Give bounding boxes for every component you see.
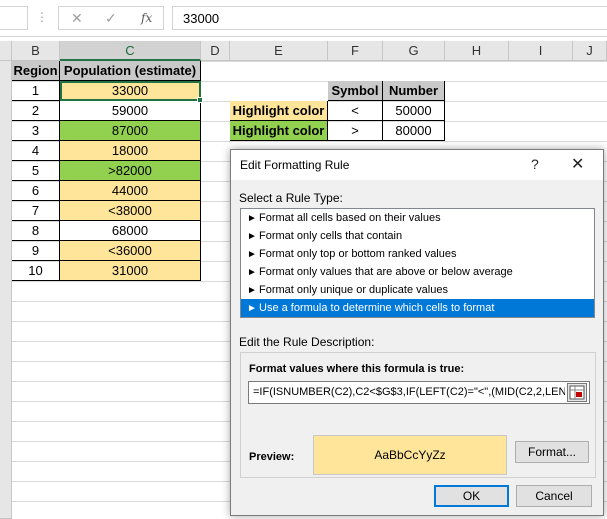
rule-type-item-selected[interactable]: ► Use a formula to determine which cells … xyxy=(241,299,594,317)
population-cell[interactable]: 68000 xyxy=(60,221,201,241)
collapse-dialog-icon[interactable] xyxy=(567,383,587,402)
formula-buttons: ✕ ✓ fx xyxy=(58,6,164,30)
region-cell[interactable]: 9 xyxy=(12,241,60,261)
population-cell[interactable]: <36000 xyxy=(60,241,201,261)
population-cell[interactable]: <38000 xyxy=(60,201,201,221)
more-options-icon[interactable]: ⋮ xyxy=(36,10,48,24)
rule-type-item[interactable]: ► Format all cells based on their values xyxy=(241,209,594,227)
rule-type-item[interactable]: ► Format only unique or duplicate values xyxy=(241,281,594,299)
arrow-icon: ► xyxy=(247,213,257,224)
fill-handle[interactable] xyxy=(197,97,203,103)
column-header-e[interactable]: E xyxy=(230,41,328,61)
highlight-label-yellow[interactable]: Highlight color xyxy=(230,101,328,121)
population-cell[interactable]: 87000 xyxy=(60,121,201,141)
row-headers[interactable] xyxy=(0,61,12,519)
region-cell[interactable]: 6 xyxy=(12,181,60,201)
ok-button[interactable]: OK xyxy=(434,485,509,507)
region-cell[interactable]: 5 xyxy=(12,161,60,181)
arrow-icon: ► xyxy=(247,267,257,278)
dialog-title-bar[interactable]: Edit Formatting Rule ? ✕ xyxy=(231,150,603,180)
formula-input[interactable]: 33000 xyxy=(172,6,607,30)
close-icon[interactable]: ✕ xyxy=(571,154,584,174)
region-cell[interactable]: 2 xyxy=(12,101,60,121)
population-cell[interactable]: 31000 xyxy=(60,261,201,281)
column-header-j[interactable]: J xyxy=(573,41,607,61)
symbol-cell[interactable]: > xyxy=(328,121,383,141)
cancel-icon[interactable]: ✕ xyxy=(71,10,83,27)
arrow-icon: ► xyxy=(247,249,257,260)
region-cell[interactable]: 1 xyxy=(12,81,60,101)
name-box[interactable] xyxy=(0,6,28,30)
region-cell[interactable]: 3 xyxy=(12,121,60,141)
region-cell[interactable]: 8 xyxy=(12,221,60,241)
region-cell[interactable]: 7 xyxy=(12,201,60,221)
format-button[interactable]: Format... xyxy=(515,441,589,463)
formula-text: =IF(ISNUMBER(C2),C2<$G$3,IF(LEFT(C2)="<"… xyxy=(253,386,565,398)
number-cell[interactable]: 50000 xyxy=(383,101,445,121)
column-header-h[interactable]: H xyxy=(445,41,509,61)
column-header-d[interactable]: D xyxy=(201,41,230,61)
header-region[interactable]: Region xyxy=(12,61,60,81)
formula-bar: ⋮ ✕ ✓ fx 33000 xyxy=(0,0,607,37)
insert-function-icon[interactable]: fx xyxy=(141,11,152,25)
dialog-title: Edit Formatting Rule xyxy=(240,158,350,172)
header-population[interactable]: Population (estimate) xyxy=(60,61,201,81)
highlight-label-green[interactable]: Highlight color xyxy=(230,121,328,141)
population-cell[interactable]: 59000 xyxy=(60,101,201,121)
column-header-c[interactable]: C xyxy=(60,41,201,61)
formula-label: Format values where this formula is true… xyxy=(249,363,465,375)
arrow-icon: ► xyxy=(247,285,257,296)
edit-rule-description-label: Edit the Rule Description: xyxy=(239,335,375,349)
header-number[interactable]: Number xyxy=(383,81,445,101)
formula-input[interactable]: =IF(ISNUMBER(C2),C2<$G$3,IF(LEFT(C2)="<"… xyxy=(248,381,590,404)
rule-type-item[interactable]: ► Format only values that are above or be… xyxy=(241,263,594,281)
region-cell[interactable]: 10 xyxy=(12,261,60,281)
help-icon[interactable]: ? xyxy=(531,156,539,172)
header-symbol[interactable]: Symbol xyxy=(328,81,383,101)
select-rule-type-label: Select a Rule Type: xyxy=(239,191,343,205)
region-cell[interactable]: 4 xyxy=(12,141,60,161)
enter-icon[interactable]: ✓ xyxy=(105,10,117,27)
cancel-button[interactable]: Cancel xyxy=(516,485,592,507)
population-cell[interactable]: >82000 xyxy=(60,161,201,181)
edit-formatting-rule-dialog: Edit Formatting Rule ? ✕ Select a Rule T… xyxy=(230,149,604,516)
population-cell[interactable]: 18000 xyxy=(60,141,201,161)
number-cell[interactable]: 80000 xyxy=(383,121,445,141)
column-header-b[interactable]: B xyxy=(12,41,60,61)
column-header-i[interactable]: I xyxy=(509,41,573,61)
rule-type-item[interactable]: ► Format only top or bottom ranked values xyxy=(241,245,594,263)
format-preview: AaBbCcYyZz xyxy=(313,435,507,475)
symbol-cell[interactable]: < xyxy=(328,101,383,121)
arrow-icon: ► xyxy=(247,303,257,314)
rule-type-list[interactable]: ► Format all cells based on their values … xyxy=(240,208,595,318)
active-cell[interactable]: 33000 xyxy=(60,81,201,101)
arrow-icon: ► xyxy=(247,231,257,242)
preview-label: Preview: xyxy=(249,451,295,463)
rule-type-item[interactable]: ► Format only cells that contain xyxy=(241,227,594,245)
rule-description-box: Format values where this formula is true… xyxy=(240,352,596,478)
select-all-corner[interactable] xyxy=(0,41,12,61)
column-header-g[interactable]: G xyxy=(383,41,445,61)
population-cell[interactable]: 44000 xyxy=(60,181,201,201)
column-header-f[interactable]: F xyxy=(328,41,383,61)
